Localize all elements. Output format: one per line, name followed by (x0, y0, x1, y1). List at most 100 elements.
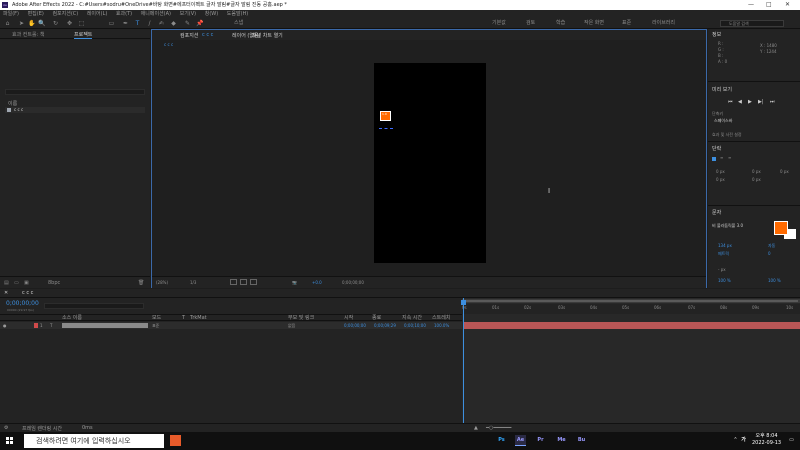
bridge-app-icon[interactable]: Bu (576, 435, 587, 446)
menu-view[interactable]: 보기(V) (180, 11, 197, 17)
column-in[interactable]: 시작 (344, 315, 353, 322)
flowchart-label[interactable]: 패널 차트 열기 (252, 32, 283, 39)
tab-project[interactable]: 프로젝트 (74, 31, 93, 39)
eraser-tool-icon[interactable]: ◆ (170, 20, 177, 27)
help-search-input[interactable]: 도움말 검색 (720, 20, 784, 27)
menu-window[interactable]: 창(W) (205, 11, 218, 17)
playhead-handle[interactable] (461, 300, 466, 305)
timeline-layer-row[interactable]: ● 1 T 표준 없음 0;00;00;00 0;00;09;29 0;00;1… (0, 322, 462, 329)
column-name-header[interactable]: 이름 (8, 100, 17, 107)
indent-right-value[interactable]: 0 px (752, 169, 761, 174)
bpc-label[interactable]: 8bpc (48, 280, 60, 286)
camera-icon[interactable]: 📷 (292, 280, 297, 285)
new-folder-icon[interactable]: ▭ (14, 280, 19, 286)
effects-presets-title[interactable]: 효과 및 사전 설정 (712, 132, 742, 138)
column-parent[interactable]: 부모 및 링크 (288, 315, 314, 322)
prev-frame-icon[interactable]: ◀ (738, 99, 742, 105)
menu-layer[interactable]: 레이어(L) (87, 11, 108, 17)
current-time-code[interactable]: 0;00;00;00 (6, 300, 39, 307)
trash-icon[interactable]: 🗑 (138, 280, 144, 286)
menu-file[interactable]: 파일(F) (3, 11, 19, 17)
photoshop-app-icon[interactable]: Ps (496, 435, 507, 446)
column-mode[interactable]: 모드 (152, 315, 161, 322)
next-frame-icon[interactable]: ▶| (758, 99, 764, 105)
preview-panel-title[interactable]: 미리 보기 (712, 86, 732, 93)
taskbar-search-input[interactable]: 검색하려면 여기에 입력하십시오 (24, 434, 164, 448)
composition-canvas[interactable]: 1.0 (374, 63, 486, 263)
selection-tool-icon[interactable]: ➤ (18, 20, 25, 27)
align-right-icon[interactable]: ≡ (728, 155, 731, 160)
taskbar-pinned-app-icon[interactable] (170, 435, 181, 446)
paragraph-panel-title[interactable]: 단락 (712, 145, 721, 152)
stroke-width-value[interactable]: - px (718, 267, 726, 272)
space-after-value[interactable]: 0 px (752, 177, 761, 182)
brush-tool-icon[interactable]: / (146, 20, 153, 27)
workspace-review[interactable]: 검토 (526, 18, 535, 29)
toggle-switches-icon[interactable]: ⚙ (4, 425, 8, 431)
menu-animation[interactable]: 애니메이션(A) (141, 11, 171, 17)
mask-visibility-icon[interactable] (250, 279, 257, 285)
layer-mode-select[interactable]: 표준 (152, 322, 159, 329)
work-area-bar[interactable] (462, 299, 800, 303)
time-ruler[interactable]: 0s 01s 02s 03s 04s 05s 06s 07s 08s 09s 1… (462, 304, 800, 314)
premiere-app-icon[interactable]: Pr (535, 435, 546, 446)
leading-value[interactable]: 자동 (768, 243, 775, 249)
menu-effect[interactable]: 효과(T) (116, 11, 132, 17)
label-color-chip[interactable] (34, 323, 38, 328)
visibility-eye-icon[interactable]: ● (3, 322, 7, 329)
align-left-icon[interactable] (712, 157, 716, 161)
layer-duration[interactable]: 0;00;10;00 (404, 322, 426, 329)
tab-timeline-comp[interactable]: c c c (22, 290, 33, 296)
layer-name-field[interactable] (62, 323, 148, 328)
layer-stretch[interactable]: 100.0% (434, 322, 449, 329)
last-frame-icon[interactable]: ⏭ (770, 99, 775, 105)
project-search-input[interactable] (5, 89, 145, 95)
font-size-value[interactable]: 134 px (718, 243, 732, 248)
media-encoder-app-icon[interactable]: Me (556, 435, 567, 446)
play-icon[interactable]: ▶ (748, 99, 752, 105)
workspace-small-screen[interactable]: 작은 화면 (584, 18, 604, 29)
playhead[interactable] (461, 298, 466, 423)
column-source-name[interactable]: 소스 이름 (62, 315, 82, 322)
tracking-value[interactable]: 0 (768, 251, 771, 256)
workspace-standard[interactable]: 표준 (622, 18, 631, 29)
zoom-out-icon[interactable]: ▲ (474, 425, 478, 431)
layer-in-point[interactable]: 0;00;00;00 (344, 322, 366, 329)
home-icon[interactable]: ⌂ (4, 20, 11, 27)
workspace-default[interactable]: 기본값 (492, 18, 506, 29)
text-layer-bounds[interactable]: 1.0 (380, 111, 391, 121)
zoom-select[interactable]: (28%) (156, 280, 168, 285)
menu-composition[interactable]: 컴포지션(C) (52, 11, 78, 17)
roto-brush-tool-icon[interactable]: ✎ (184, 20, 191, 27)
maximize-button[interactable]: □ (766, 0, 772, 10)
info-panel-title[interactable]: 정보 (712, 31, 721, 38)
interpret-footage-icon[interactable]: ▤ (4, 280, 9, 286)
region-of-interest-icon[interactable] (230, 279, 237, 285)
timeline-search-input[interactable] (44, 303, 144, 309)
minimize-button[interactable]: — (748, 0, 754, 10)
layer-parent-select[interactable]: 없음 (288, 322, 295, 329)
workspace-learn[interactable]: 학습 (556, 18, 565, 29)
layer-duration-bar[interactable] (464, 322, 800, 329)
taskbar-clock[interactable]: 오후 8:04 2022-09-13 (752, 433, 781, 447)
breadcrumb-comp[interactable]: c c c (164, 42, 173, 47)
resolution-select[interactable]: 1/3 (190, 280, 196, 285)
shortcut-select[interactable]: 스페이스바 (714, 118, 732, 124)
close-tab-icon[interactable]: ✕ (4, 290, 8, 296)
notification-icon[interactable]: ▭ (786, 435, 797, 446)
character-panel-title[interactable]: 문자 (712, 209, 721, 216)
pen-tool-icon[interactable]: ✒ (122, 20, 129, 27)
fill-color-swatch[interactable] (774, 221, 788, 235)
close-button[interactable]: ✕ (785, 0, 790, 10)
workspace-libraries[interactable]: 라이브러리 (652, 18, 675, 29)
exposure-value[interactable]: +0.0 (312, 280, 322, 285)
anchor-tool-icon[interactable]: ✥ (66, 20, 73, 27)
windows-start-icon[interactable] (6, 437, 14, 445)
current-time-display[interactable]: 0;00;00;00 (342, 280, 364, 285)
hand-tool-icon[interactable]: ✋ (28, 20, 35, 27)
indent-left-value[interactable]: 0 px (716, 169, 725, 174)
rotate-tool-icon[interactable]: ↻ (52, 20, 59, 27)
font-family-select[interactable]: 비 볼라듐릭볼 3.0 (712, 223, 743, 229)
first-line-indent-value[interactable]: 0 px (780, 169, 789, 174)
space-before-value[interactable]: 0 px (716, 177, 725, 182)
